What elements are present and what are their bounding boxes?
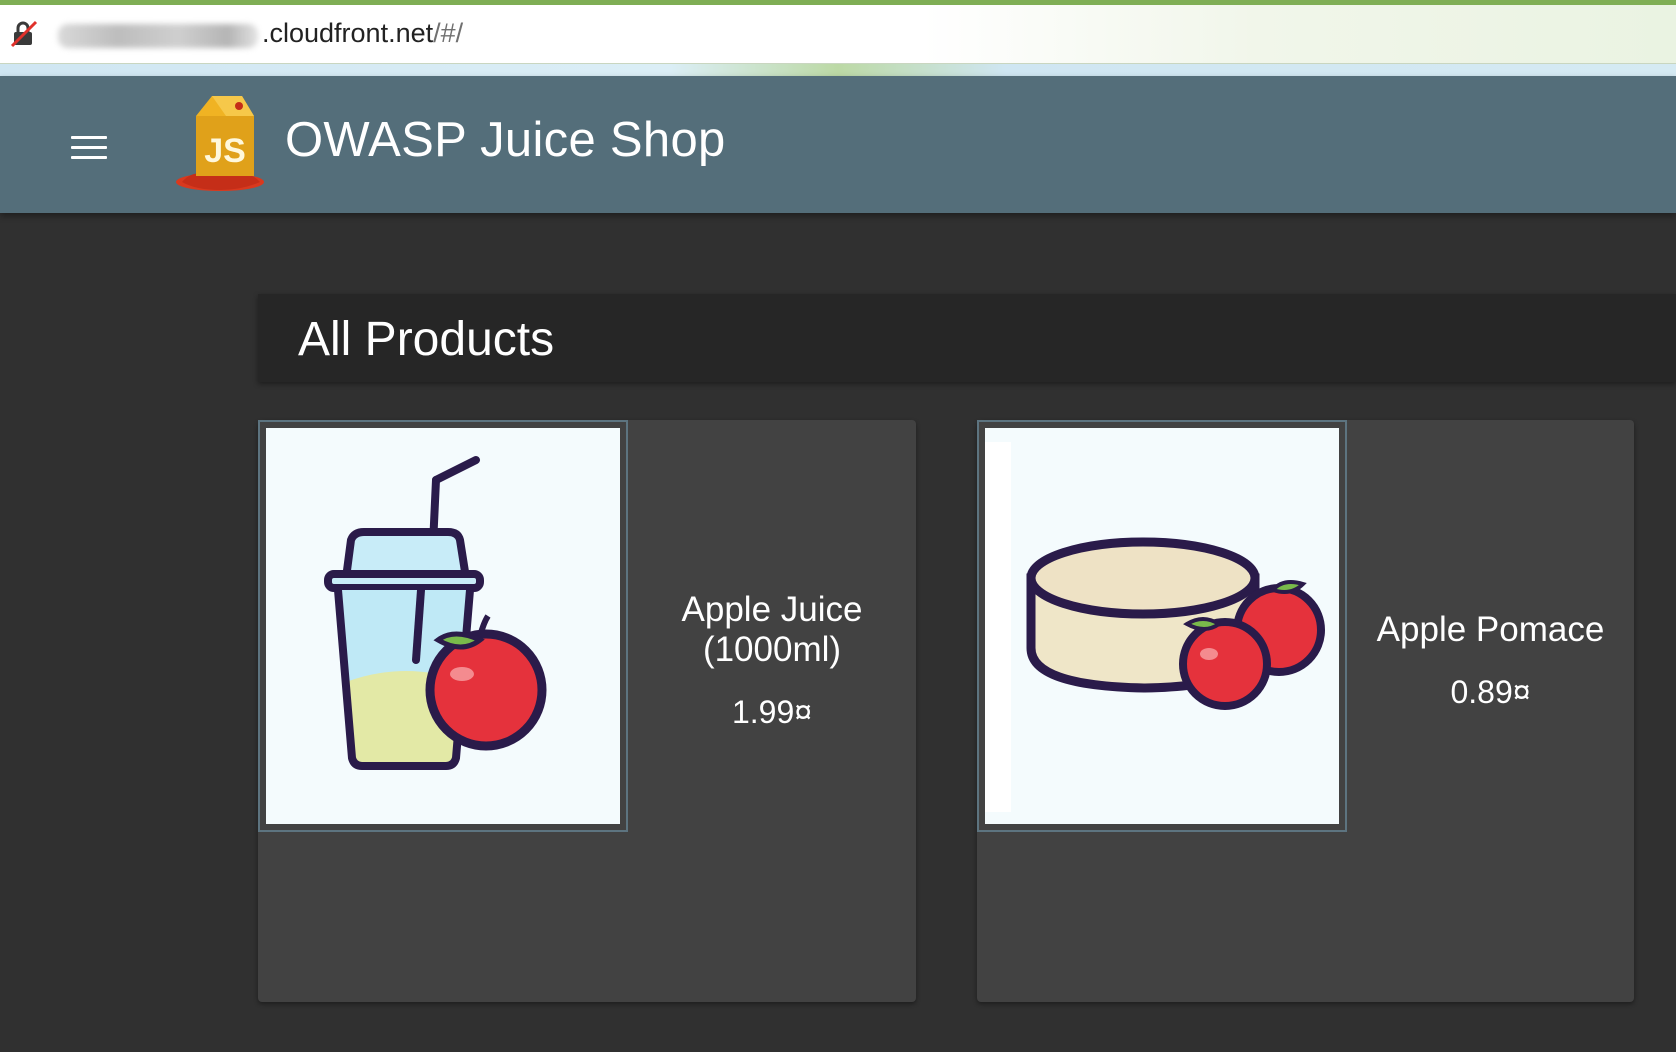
product-info: Apple Pomace 0.89¤	[1347, 610, 1634, 711]
product-price: 1.99¤	[731, 694, 813, 730]
menu-icon-bar	[71, 155, 107, 159]
browser-address-bar[interactable]: .cloudfront.net/#/	[0, 0, 1676, 64]
product-name-line-1: Apple Pomace	[1376, 610, 1605, 649]
product-card-apple-pomace[interactable]: Apple Pomace 0.89¤	[977, 420, 1634, 1002]
address-bar-background-decoration	[0, 64, 1676, 76]
app-toolbar: JS OWASP Juice Shop	[0, 76, 1676, 213]
menu-icon[interactable]	[62, 120, 116, 174]
menu-icon-bar	[71, 145, 107, 149]
address-bar-top-decoration	[0, 0, 1676, 5]
url-host-suffix: .cloudfront.net	[262, 18, 434, 48]
product-image	[985, 428, 1339, 824]
product-info: Apple Juice (1000ml) 1.99¤	[628, 590, 916, 731]
page-title: All Products	[298, 313, 555, 366]
url-redacted-host	[58, 24, 258, 48]
lock-slash-icon[interactable]	[10, 20, 38, 48]
url-path: /#/	[433, 18, 464, 48]
app-title[interactable]: OWASP Juice Shop	[285, 112, 726, 168]
product-price: 0.89¤	[1450, 674, 1531, 710]
product-image	[266, 428, 620, 824]
logo-text: JS	[204, 132, 246, 170]
juice-shop-logo-icon[interactable]: JS	[172, 86, 272, 196]
product-image-frame	[977, 420, 1347, 832]
product-image-frame	[258, 420, 628, 832]
url-text[interactable]: .cloudfront.net/#/	[262, 18, 463, 49]
juice-cup-apple-icon	[324, 456, 547, 770]
product-card-apple-juice[interactable]: Apple Juice (1000ml) 1.99¤	[258, 420, 916, 1002]
product-name-line-1: Apple Juice	[681, 590, 863, 629]
menu-icon-bar	[71, 135, 107, 139]
pomace-apples-icon	[985, 442, 1325, 812]
all-products-heading-card: All Products	[258, 294, 1676, 382]
product-name-line-2: (1000ml)	[702, 630, 842, 669]
